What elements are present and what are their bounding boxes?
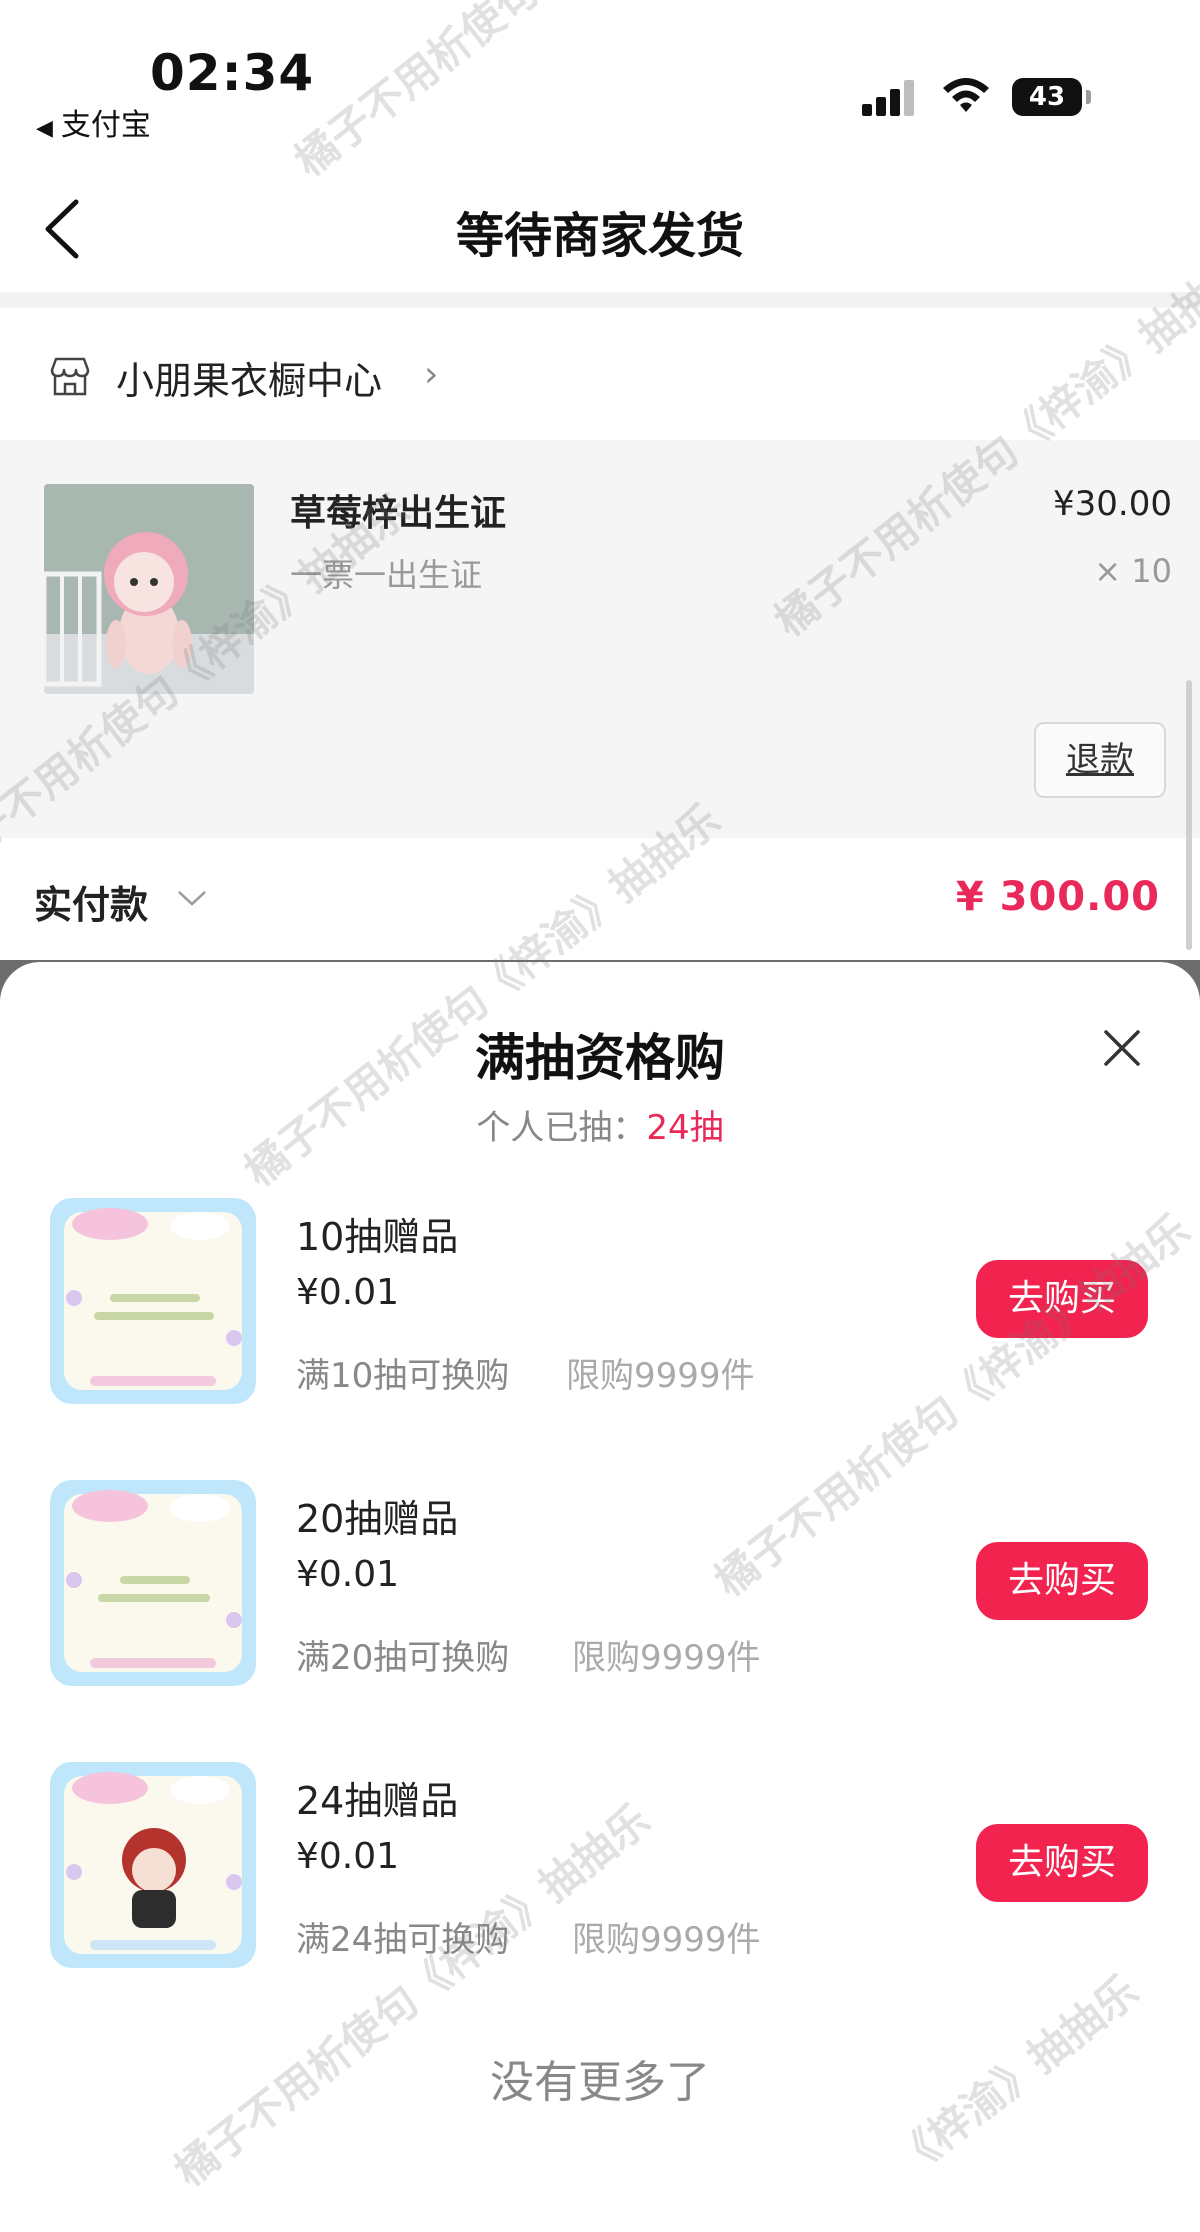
no-more-label: 没有更多了 (490, 2057, 710, 2108)
paid-amount-row[interactable]: 实付款 ¥ 300.00 (0, 838, 1200, 958)
back-to-app-link[interactable]: ◀ 支付宝 (36, 100, 151, 144)
chevron-right-icon: › (424, 354, 439, 395)
order-product-card: 草莓梓出生证 一票一出生证 ¥30.00 × 10 退款 (0, 440, 1200, 838)
gift-price: ¥0.01 (296, 1272, 400, 1313)
store-icon (50, 357, 90, 396)
gift-title: 24抽赠品 (296, 1779, 459, 1823)
page-title: 等待商家发货 (455, 208, 744, 264)
paid-label: 实付款 (34, 883, 149, 927)
product-price: ¥30.00 (1053, 484, 1172, 524)
gift-image (50, 1198, 256, 1404)
paid-amount: ¥ 300.00 (955, 874, 1160, 920)
buy-button[interactable]: 去购买 (976, 1260, 1148, 1338)
gift-item: 10抽赠品 ¥0.01 满10抽可换购 限购9999件 去购买 (0, 1198, 1200, 1428)
gift-item: 24抽赠品 ¥0.01 满24抽可换购 限购9999件 去购买 (0, 1762, 1200, 1992)
gift-image (50, 1762, 256, 1968)
gift-price: ¥0.01 (296, 1836, 400, 1877)
shop-row[interactable]: 小朋果衣橱中心 › (0, 310, 1200, 440)
buy-button[interactable]: 去购买 (976, 1542, 1148, 1620)
refund-button[interactable]: 退款 (1034, 722, 1166, 798)
full-draw-purchase-sheet: 满抽资格购 个人已抽：24抽 10抽赠品 ¥0.01 满10抽可换购 限购999… (0, 962, 1200, 2232)
personal-draw-count: 个人已抽：24抽 (0, 1100, 1200, 1149)
gift-condition: 满24抽可换购 (296, 1920, 510, 1960)
nav-bar: 等待商家发货 (0, 160, 1200, 290)
product-subtitle: 一票一出生证 (290, 556, 483, 594)
product-image (44, 484, 254, 694)
gift-image (50, 1480, 256, 1686)
back-app-label: 支付宝 (60, 108, 151, 143)
buy-button[interactable]: 去购买 (976, 1824, 1148, 1902)
gift-price: ¥0.01 (296, 1554, 400, 1595)
gift-limit: 限购9999件 (572, 1638, 761, 1678)
scrollbar[interactable] (1186, 680, 1192, 950)
chevron-down-icon (178, 891, 206, 906)
battery-icon: 43 (1012, 78, 1091, 116)
cellular-signal-icon (862, 80, 918, 116)
draw-count-value: 24抽 (646, 1108, 724, 1148)
gift-item: 20抽赠品 ¥0.01 满20抽可换购 限购9999件 去购买 (0, 1480, 1200, 1710)
product-title: 草莓梓出生证 (290, 493, 507, 534)
draw-count-label: 个人已抽： (476, 1108, 647, 1148)
sheet-title: 满抽资格购 (475, 1029, 725, 1087)
shop-name: 小朋果衣橱中心 (116, 359, 383, 403)
gift-limit: 限购9999件 (566, 1356, 755, 1396)
back-triangle-icon: ◀ (36, 116, 53, 141)
gift-title: 20抽赠品 (296, 1497, 459, 1541)
gift-condition: 满10抽可换购 (296, 1356, 510, 1396)
status-time: 02:34 (150, 44, 315, 102)
gift-condition: 满20抽可换购 (296, 1638, 510, 1678)
close-icon[interactable] (1100, 1026, 1144, 1070)
status-bar: 02:34 ◀ 支付宝 43 (0, 0, 1200, 150)
gift-limit: 限购9999件 (572, 1920, 761, 1960)
wifi-icon (943, 78, 989, 112)
product-quantity: × 10 (1094, 552, 1172, 590)
gift-title: 10抽赠品 (296, 1215, 459, 1259)
section-divider (0, 292, 1200, 308)
